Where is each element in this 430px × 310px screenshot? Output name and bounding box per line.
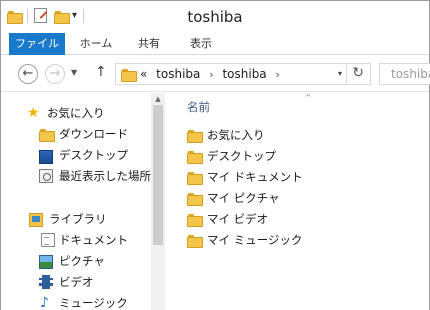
divider <box>346 64 347 84</box>
pictures-icon <box>39 255 53 269</box>
item-name: デスクトップ <box>207 149 276 163</box>
music-folder-icon: ♪ <box>187 233 203 248</box>
nav-label: ミュージック <box>59 296 128 310</box>
documents-icon <box>41 233 55 247</box>
explorer-window: ▾ toshiba ファイル ホーム 共有 表示 ← → ▼ ↑ « toshi… <box>0 0 430 310</box>
nav-label: デスクトップ <box>59 148 128 162</box>
address-dropdown-icon[interactable]: ▾ <box>338 69 342 78</box>
column-header-name[interactable]: 名前 <box>187 99 210 115</box>
breadcrumb-overflow[interactable]: « <box>140 67 147 81</box>
documents-folder-icon <box>187 170 203 185</box>
refresh-icon[interactable]: ↻ <box>352 65 364 81</box>
pictures-folder-icon <box>187 191 203 206</box>
nav-label: お気に入り <box>47 106 105 120</box>
item-name: マイ ピクチャ <box>207 191 280 205</box>
videos-icon <box>39 275 53 289</box>
item-name: マイ ミュージック <box>207 233 303 247</box>
forward-button[interactable]: → <box>45 64 65 84</box>
desktop-folder-icon <box>187 149 203 164</box>
chevron-right-icon[interactable]: › <box>276 68 280 81</box>
nav-label: ピクチャ <box>59 254 105 268</box>
nav-label: ドキュメント <box>59 233 128 247</box>
nav-label: ライブラリ <box>49 212 107 226</box>
address-bar[interactable]: « toshiba › toshiba › ▾ ↻ <box>115 63 371 85</box>
breadcrumb: « toshiba › toshiba › <box>140 67 285 81</box>
scroll-up-icon[interactable]: ▲ <box>151 93 165 105</box>
file-list: ^ 名前 お気に入り デスクトップ マイ ドキュメント マイ ピクチャ マイ ビ… <box>165 93 429 310</box>
breadcrumb-item[interactable]: toshiba <box>156 67 200 81</box>
search-input[interactable]: toshiba <box>379 63 430 85</box>
downloads-icon <box>39 127 55 142</box>
nav-label: ダウンロード <box>59 127 128 141</box>
tab-home[interactable]: ホーム <box>73 33 119 55</box>
desktop-icon <box>39 150 53 164</box>
ribbon-tabs: ファイル ホーム 共有 表示 <box>1 33 429 55</box>
star-icon: ★ <box>27 105 40 121</box>
item-name: お気に入り <box>207 128 265 142</box>
nav-label: ビデオ <box>59 275 94 289</box>
tab-view[interactable]: 表示 <box>181 33 221 55</box>
music-icon: ♪ <box>40 295 49 310</box>
favorites-folder-icon <box>187 128 203 143</box>
folder-icon <box>121 67 137 82</box>
tab-share[interactable]: 共有 <box>129 33 169 55</box>
recent-locations-dropdown-icon[interactable]: ▼ <box>71 68 77 77</box>
breadcrumb-item[interactable]: toshiba <box>222 67 266 81</box>
title-bar: ▾ toshiba <box>1 1 429 33</box>
navigation-pane: ★ お気に入り ダウンロード デスクトップ 最近表示した場所 ライブラリ ドキュ… <box>1 93 151 310</box>
up-button[interactable]: ↑ <box>95 64 107 80</box>
window-title: toshiba <box>187 8 243 26</box>
navigation-bar: ← → ▼ ↑ « toshiba › toshiba › ▾ ↻ toshib… <box>1 56 430 92</box>
item-name: マイ ドキュメント <box>207 170 303 184</box>
scrollbar-thumb[interactable] <box>153 105 163 245</box>
chevron-right-icon[interactable]: › <box>209 68 213 81</box>
nav-label: 最近表示した場所 <box>59 169 151 183</box>
recent-places-icon <box>39 169 53 183</box>
library-icon <box>29 213 43 227</box>
tab-file[interactable]: ファイル <box>9 33 65 55</box>
nav-pane-scrollbar[interactable]: ▲ <box>151 93 165 310</box>
videos-folder-icon <box>187 212 203 227</box>
back-button[interactable]: ← <box>18 64 38 84</box>
item-name: マイ ビデオ <box>207 212 269 226</box>
sort-ascending-icon: ^ <box>305 93 312 102</box>
